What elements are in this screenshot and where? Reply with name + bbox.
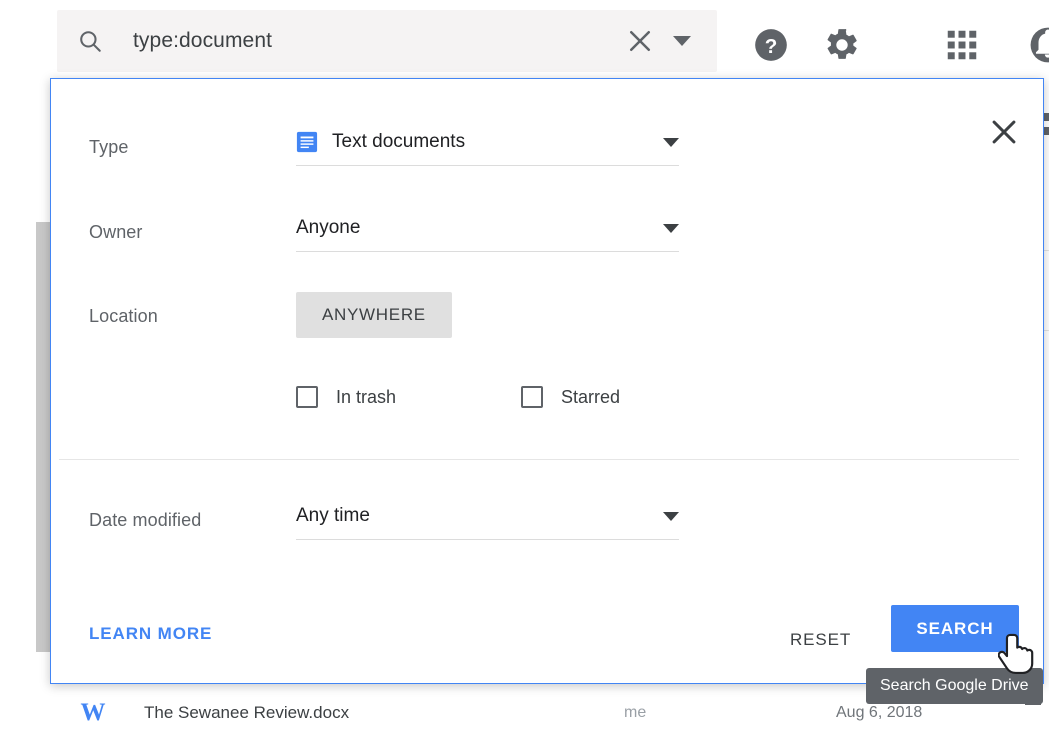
settings-gear-icon[interactable] [823,26,861,64]
svg-text:?: ? [765,35,778,58]
in-trash-label: In trash [336,387,396,408]
search-input[interactable]: type:document [133,29,272,53]
search-bar[interactable]: type:document [57,10,717,72]
chevron-down-icon[interactable] [673,36,691,46]
date-modified-label: Date modified [89,510,201,531]
section-divider [59,459,1019,460]
date-modified-select[interactable]: Any time [296,505,679,540]
help-icon[interactable]: ? [752,26,790,64]
starred-label: Starred [561,387,620,408]
search-options-dialog: Type Text documents Owner Anyone Locatio… [50,78,1044,684]
type-value: Text documents [332,131,465,153]
checkbox-box [296,386,318,408]
chevron-down-icon [663,138,679,147]
google-docs-icon [296,131,318,153]
app-root: W The Sewanee Review.docx me Aug 6, 2018… [0,0,1049,733]
chevron-down-icon [663,512,679,521]
word-document-icon: W [80,700,106,726]
file-name: The Sewanee Review.docx [144,703,349,723]
type-select[interactable]: Text documents [296,131,679,166]
location-anywhere-button[interactable]: ANYWHERE [296,292,452,338]
search-bar-controls [625,26,717,56]
date-modified-value: Any time [296,505,370,527]
background-list-icons [1044,113,1049,141]
owner-label: Owner [89,222,143,243]
starred-checkbox[interactable]: Starred [521,386,620,408]
reset-button[interactable]: RESET [778,622,863,658]
checkbox-box [521,386,543,408]
mouse-cursor-pointer [998,632,1036,684]
learn-more-link[interactable]: LEARN MORE [89,624,212,644]
chevron-down-icon [663,224,679,233]
owner-value: Anyone [296,217,360,239]
owner-select[interactable]: Anyone [296,217,679,252]
apps-grid-icon[interactable] [943,26,981,64]
close-icon[interactable] [625,26,655,56]
notifications-bell-icon[interactable] [1029,26,1049,64]
location-label: Location [89,306,158,327]
file-owner: me [624,704,646,722]
header-icon-group: ? [752,26,1049,64]
type-label: Type [89,137,128,158]
close-icon[interactable] [987,115,1021,149]
file-date: Aug 6, 2018 [836,704,922,722]
search-icon [77,28,103,54]
in-trash-checkbox[interactable]: In trash [296,386,396,408]
